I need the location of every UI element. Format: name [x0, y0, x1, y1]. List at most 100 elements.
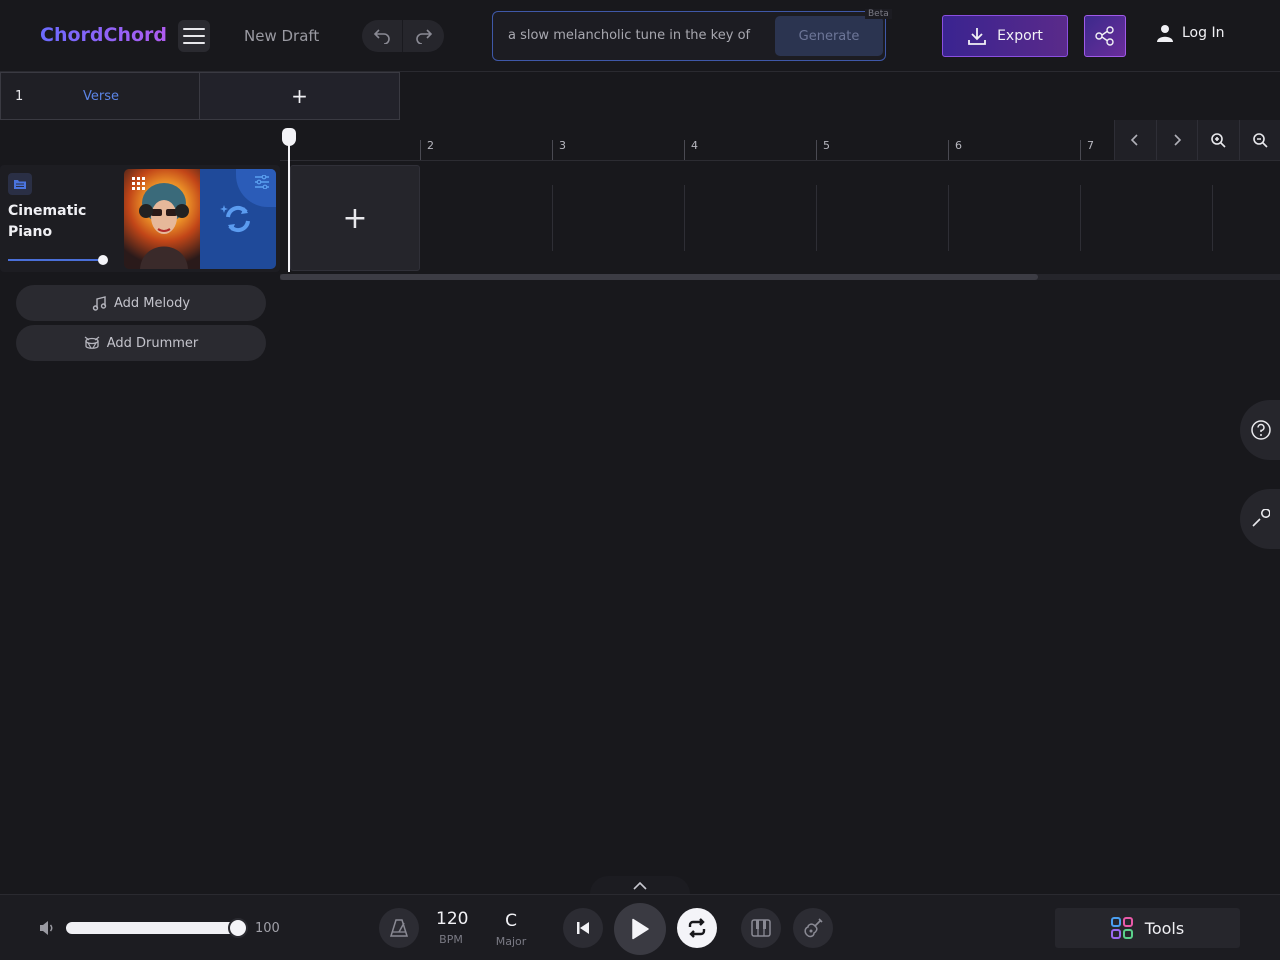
help-icon [1251, 420, 1271, 440]
transport-bar: 100 120 BPM C Major Tools [0, 894, 1280, 960]
refresh-icon [220, 205, 250, 233]
login-button[interactable]: Log In [1156, 24, 1224, 42]
tempo-unit: BPM [439, 933, 463, 946]
track-name[interactable]: Cinematic Piano [8, 201, 118, 243]
zoom-out-icon [1252, 133, 1268, 148]
key-mode: Major [495, 935, 527, 948]
metronome-icon [389, 919, 409, 937]
tools-label: Tools [1144, 918, 1185, 938]
tempo-value: 120 [436, 909, 469, 929]
chevron-right-icon [1174, 134, 1181, 146]
add-melody-button[interactable]: Add Melody [16, 285, 266, 321]
download-icon [968, 28, 986, 45]
sliders-icon [255, 175, 269, 189]
expand-panel-button[interactable] [590, 876, 690, 895]
track-folder-button[interactable] [8, 173, 32, 195]
bar-tick [1080, 140, 1081, 160]
bar-tick [684, 140, 685, 160]
bar-tick [420, 140, 421, 160]
scrollbar-thumb[interactable] [280, 274, 1038, 280]
redo-button[interactable] [403, 20, 444, 52]
bar-number: 3 [559, 139, 566, 152]
instrument-image[interactable] [124, 169, 200, 269]
wrench-icon [1252, 509, 1270, 527]
tools-button[interactable]: Tools [1055, 908, 1240, 948]
randomize-instrument-button[interactable] [200, 169, 276, 269]
track-volume-slider[interactable] [8, 259, 103, 261]
play-button[interactable] [614, 903, 666, 955]
folder-icon [14, 180, 26, 189]
undo-icon [373, 29, 390, 44]
top-bar: ChordChord New Draft a slow melancholic … [0, 0, 1280, 72]
play-icon [632, 918, 649, 940]
track-volume-knob[interactable] [98, 255, 108, 265]
menu-icon-line [183, 42, 205, 44]
add-chord-block-button[interactable]: + [290, 165, 420, 271]
export-button[interactable]: Export [942, 15, 1068, 57]
scroll-left-button[interactable] [1114, 120, 1156, 160]
guitar-view-button[interactable] [793, 908, 833, 948]
app-logo[interactable]: ChordChord [40, 24, 167, 46]
scroll-right-button[interactable] [1155, 120, 1198, 160]
speaker-icon[interactable] [38, 919, 56, 937]
metronome-button[interactable] [379, 908, 419, 948]
app-root: ChordChord New Draft a slow melancholic … [0, 0, 1280, 960]
bar-grid-line [552, 185, 553, 251]
skip-back-button[interactable] [563, 908, 603, 948]
zoom-out-button[interactable] [1238, 120, 1280, 160]
bar-number: 4 [691, 139, 698, 152]
playhead-line [288, 140, 290, 272]
add-drummer-label: Add Drummer [106, 335, 199, 351]
bar-grid-line [1212, 185, 1213, 251]
menu-icon-line [183, 35, 205, 37]
timeline-scrollbar[interactable] [280, 274, 1280, 280]
generate-button[interactable]: Generate [775, 16, 883, 56]
add-drummer-button[interactable]: Add Drummer [16, 325, 266, 361]
undo-redo-group [362, 20, 444, 52]
undo-button[interactable] [362, 20, 403, 52]
menu-button[interactable] [178, 20, 210, 52]
bar-grid-line [948, 185, 949, 251]
zoom-in-button[interactable] [1197, 120, 1239, 160]
key-value: C [505, 911, 517, 931]
export-label: Export [997, 28, 1043, 44]
help-button[interactable] [1240, 400, 1280, 460]
chevron-left-icon [1131, 134, 1138, 146]
share-icon [1095, 26, 1114, 46]
prompt-input[interactable]: a slow melancholic tune in the key of [508, 28, 770, 43]
master-volume-slider[interactable] [66, 922, 246, 934]
key-display[interactable]: C Major [494, 911, 528, 948]
section-tab-verse[interactable]: 1 Verse [0, 72, 200, 120]
timeline-nav-controls [1114, 120, 1280, 160]
bar-grid-line [1080, 185, 1081, 251]
login-label: Log In [1182, 25, 1225, 41]
prompt-input-box[interactable]: a slow melancholic tune in the key of Ge… [492, 9, 892, 61]
piano-icon [751, 919, 771, 937]
master-volume-knob[interactable] [228, 918, 248, 938]
bar-grid-line [684, 185, 685, 251]
bar-number: 2 [427, 139, 434, 152]
guitar-icon [804, 918, 823, 938]
section-tabs: 1 Verse + [0, 72, 400, 120]
loop-button[interactable] [677, 908, 717, 948]
menu-icon [183, 28, 205, 30]
tempo-display[interactable]: 120 BPM [436, 909, 469, 946]
grid-icon [132, 177, 145, 190]
add-section-button[interactable]: + [200, 72, 400, 120]
playhead-handle[interactable] [282, 128, 296, 146]
skip-back-icon [577, 922, 589, 934]
tools-grid-icon [1110, 917, 1133, 939]
bar-tick [816, 140, 817, 160]
share-button[interactable] [1084, 15, 1126, 57]
bar-tick [948, 140, 949, 160]
master-volume-value: 100 [255, 921, 280, 936]
add-melody-label: Add Melody [113, 295, 191, 311]
draft-name[interactable]: New Draft [244, 27, 319, 45]
instrument-card[interactable] [124, 169, 276, 269]
wrench-button[interactable] [1240, 489, 1280, 549]
bar-number: 6 [955, 139, 962, 152]
beta-badge: Beta [865, 9, 892, 19]
bar-number: 7 [1087, 139, 1094, 152]
bar-number: 5 [823, 139, 830, 152]
piano-view-button[interactable] [741, 908, 781, 948]
